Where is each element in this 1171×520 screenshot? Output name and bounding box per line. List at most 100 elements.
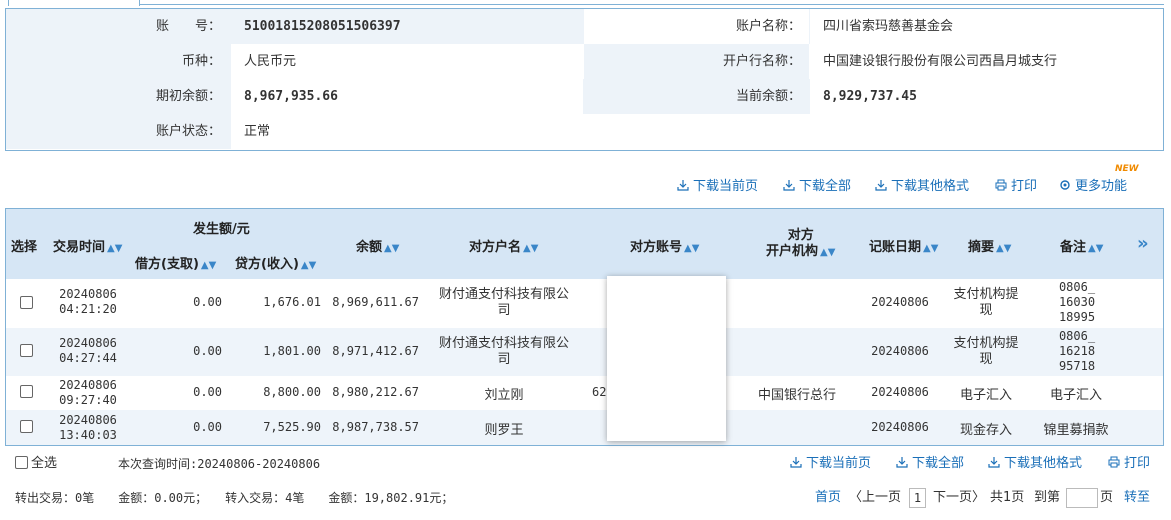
col-time[interactable]: 交易时间 ▲▼ xyxy=(53,236,122,255)
row-counterparty-name-line1: 则罗王 xyxy=(484,423,524,438)
row-debit: 0.00 xyxy=(193,344,222,358)
table-row: 20240806 09:27:40 0.00 8,800.00 8,980,212… xyxy=(6,376,1163,410)
download-icon xyxy=(896,457,908,468)
row-remark-line1: 0806_ xyxy=(1058,329,1096,343)
row-remark-line1: 锦里募捐款 xyxy=(1043,423,1109,438)
sort-icon: ▲▼ xyxy=(1088,243,1104,254)
row-time: 13:40:03 xyxy=(59,428,117,442)
select-all-label: 全选 xyxy=(31,456,58,471)
row-counterparty-bank: 中国银行总行 xyxy=(757,388,836,403)
table-header: 选择 交易时间 ▲▼ 发生额/元 借方(支取) ▲▼ 贷方(收入) ▲▼ 余额 ▲▼ 对… xyxy=(6,209,1163,279)
row-counterparty-name-line2: 司 xyxy=(497,352,511,367)
col-credit-label: 贷方(收入) xyxy=(235,257,299,272)
row-remark-line2: 16030 xyxy=(1058,295,1096,309)
account-number-label: 账 号： xyxy=(155,19,221,34)
col-amount-group: 发生额/元 xyxy=(193,222,250,237)
row-summary-line1: 电子汇入 xyxy=(959,388,1012,403)
row-debit: 0.00 xyxy=(193,420,222,434)
sort-icon: ▲▼ xyxy=(107,243,123,254)
col-credit[interactable]: 贷方(收入) ▲▼ xyxy=(235,253,316,272)
sort-icon: ▲▼ xyxy=(923,243,939,254)
next-page-button[interactable]: 下一页〉 xyxy=(933,488,985,508)
row-date: 20240806 xyxy=(59,378,117,392)
row-remark-line3: 95718 xyxy=(1058,359,1096,373)
row-debit: 0.00 xyxy=(193,295,222,309)
info-row-balance: 期初余额： 8,967,935.66 当前余额： 8,929,737.45 xyxy=(6,79,1163,114)
select-all-checkbox[interactable] xyxy=(15,456,28,469)
bank-name-label: 开户行名称： xyxy=(722,54,801,69)
sort-icon: ▲▼ xyxy=(684,243,700,254)
col-counterparty-bank[interactable]: 对方 开户机构 ▲▼ xyxy=(766,228,835,261)
expand-columns-button[interactable]: » xyxy=(1137,233,1149,254)
footer-print-label: 打印 xyxy=(1124,456,1151,471)
page-unit-label: 页 xyxy=(1100,490,1114,505)
sort-icon: ▲▼ xyxy=(300,260,317,271)
footer-download-all-button[interactable]: 下载全部 xyxy=(896,454,964,474)
download-icon xyxy=(677,180,689,191)
row-summary-line2: 现 xyxy=(979,303,993,318)
active-tab[interactable] xyxy=(8,0,140,6)
row-date: 20240806 xyxy=(59,413,117,427)
print-button[interactable]: 打印 xyxy=(995,178,1037,196)
row-checkbox[interactable] xyxy=(20,344,33,357)
row-balance: 8,969,611.67 xyxy=(332,295,419,309)
row-balance: 8,987,738.57 xyxy=(332,420,419,434)
col-post-date[interactable]: 记账日期 ▲▼ xyxy=(869,236,938,255)
col-post-date-label: 记账日期 xyxy=(869,240,922,255)
row-remark-line3: 18995 xyxy=(1058,310,1096,324)
current-balance-label: 当前余额： xyxy=(735,89,801,104)
table-row: 20240806 13:40:03 0.00 7,525.90 8,987,738… xyxy=(6,410,1163,445)
col-counterparty-bank-line1: 对方 xyxy=(787,228,814,243)
col-time-label: 交易时间 xyxy=(53,240,106,255)
col-summary[interactable]: 摘要 ▲▼ xyxy=(968,236,1011,255)
footer-download-page-label: 下载当前页 xyxy=(806,456,872,471)
download-page-button[interactable]: 下载当前页 xyxy=(677,178,758,196)
tab-strip xyxy=(0,0,1171,6)
jump-button[interactable]: 转至 xyxy=(1124,488,1150,508)
tab-divider xyxy=(140,4,1164,5)
download-icon xyxy=(790,457,802,468)
opening-balance-value: 8,967,935.66 xyxy=(244,89,338,104)
col-select: 选择 xyxy=(11,240,38,255)
col-balance-label: 余额 xyxy=(356,240,383,255)
table-row: 20240806 04:21:20 0.00 1,676.01 8,969,611… xyxy=(6,279,1163,328)
current-page: 1 xyxy=(909,488,926,508)
account-number-value: 51001815208051506397 xyxy=(244,19,401,34)
download-other-label: 下载其他格式 xyxy=(891,179,970,194)
account-info-panel: 账 号： 51001815208051506397 账户名称： 四川省索玛慈善基… xyxy=(5,8,1164,151)
row-counterparty-name-line2: 司 xyxy=(497,303,511,318)
row-post-date: 20240806 xyxy=(871,385,929,399)
goto-page-input[interactable] xyxy=(1066,488,1098,508)
col-debit-label: 借方(支取) xyxy=(135,257,199,272)
footer-download-other-button[interactable]: 下载其他格式 xyxy=(988,454,1082,474)
table-footer-actions: 全选 本次查询时间:20240806-20240806 下载当前页 下载全部 下… xyxy=(0,454,1171,474)
first-page-button[interactable]: 首页 xyxy=(815,488,841,508)
row-debit: 0.00 xyxy=(193,385,222,399)
row-checkbox[interactable] xyxy=(20,385,33,398)
more-functions-button[interactable]: 更多功能 xyxy=(1059,178,1127,196)
download-other-button[interactable]: 下载其他格式 xyxy=(875,178,969,196)
top-toolbar: 下载当前页 下载全部 下载其他格式 打印 更多功能 xyxy=(0,178,1171,196)
footer-download-page-button[interactable]: 下载当前页 xyxy=(790,454,871,474)
col-balance[interactable]: 余额 ▲▼ xyxy=(356,236,399,255)
prev-page-button[interactable]: 〈上一页 xyxy=(849,488,901,508)
footer-download-all-label: 下载全部 xyxy=(912,456,965,471)
row-checkbox[interactable] xyxy=(20,420,33,433)
col-remark[interactable]: 备注 ▲▼ xyxy=(1060,236,1103,255)
row-time: 09:27:40 xyxy=(59,393,117,407)
sort-icon: ▲▼ xyxy=(996,243,1012,254)
select-all-control[interactable]: 全选 xyxy=(15,454,57,474)
col-counterparty-account-label: 对方账号 xyxy=(630,240,683,255)
col-counterparty-account[interactable]: 对方账号 ▲▼ xyxy=(630,236,699,255)
row-checkbox[interactable] xyxy=(20,296,33,309)
bank-name-value: 中国建设银行股份有限公司西昌月城支行 xyxy=(823,54,1058,69)
download-all-button[interactable]: 下载全部 xyxy=(783,178,851,196)
col-debit[interactable]: 借方(支取) ▲▼ xyxy=(135,253,216,272)
account-status-value: 正常 xyxy=(244,124,271,139)
current-balance-value: 8,929,737.45 xyxy=(823,89,917,104)
row-counterparty-name-line1: 财付通支付科技有限公 xyxy=(438,336,569,351)
row-remark-line1: 0806_ xyxy=(1058,280,1096,294)
footer-print-button[interactable]: 打印 xyxy=(1108,454,1150,474)
footer-download-other-label: 下载其他格式 xyxy=(1004,456,1083,471)
col-counterparty-name[interactable]: 对方户名 ▲▼ xyxy=(469,236,538,255)
